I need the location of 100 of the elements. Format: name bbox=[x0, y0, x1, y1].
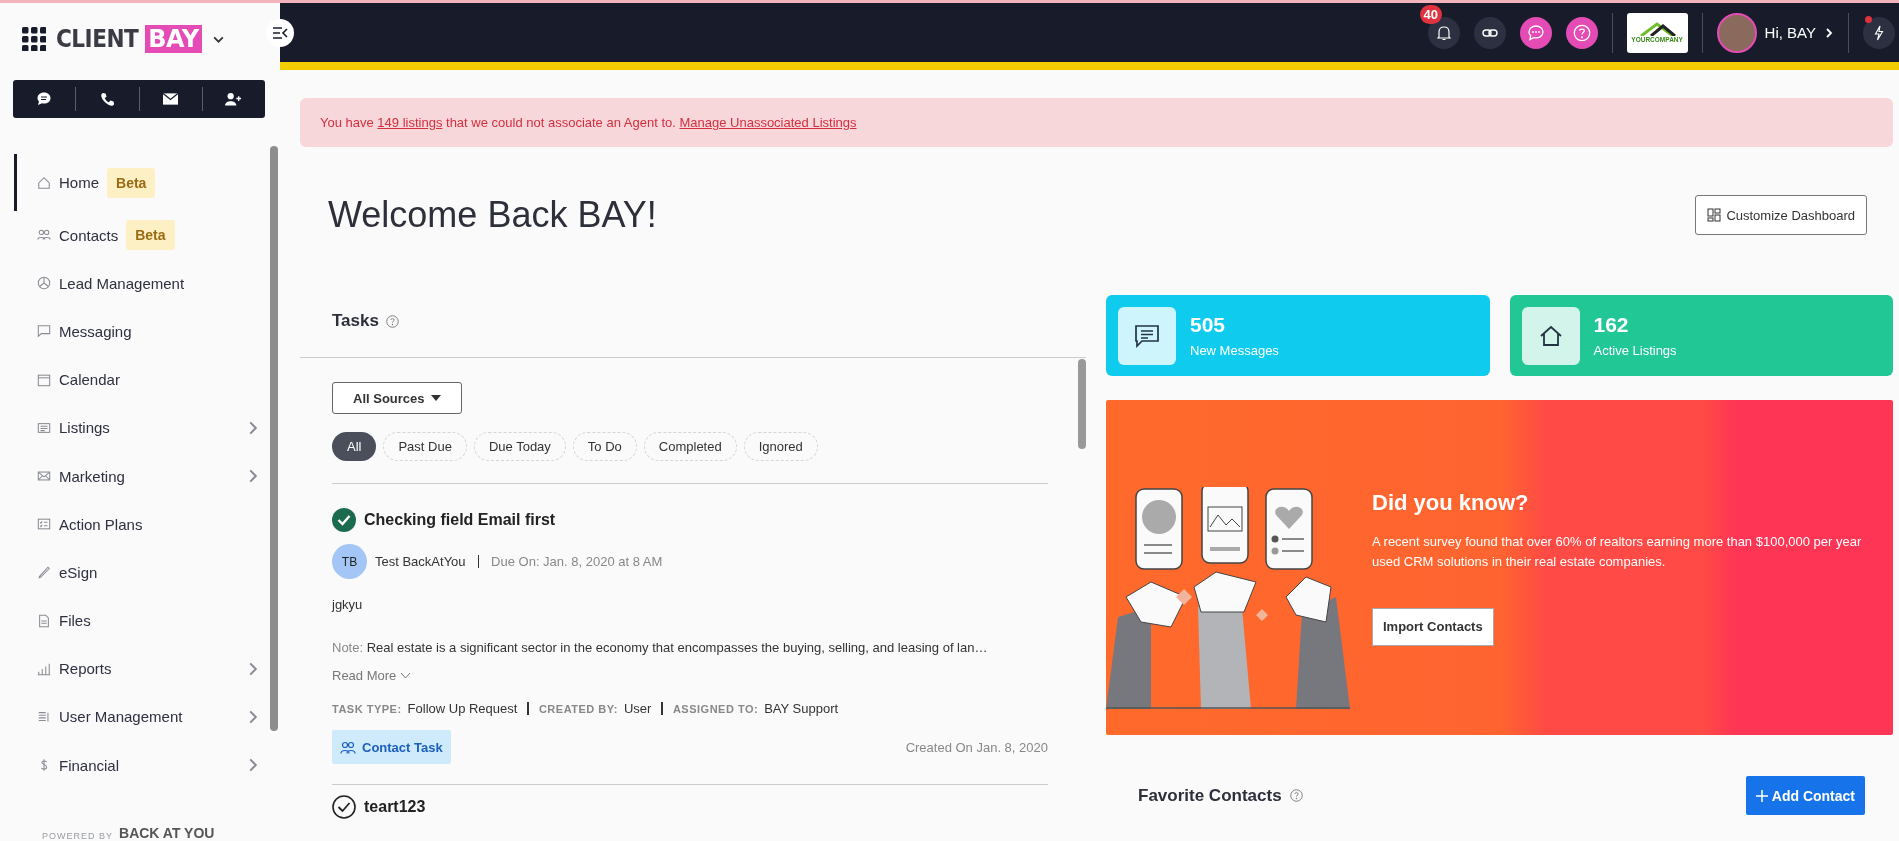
sidebar-item[interactable]: User Management bbox=[14, 692, 260, 742]
sidebar-item-label: Calendar bbox=[59, 371, 120, 389]
filter-chip[interactable]: Past Due bbox=[383, 432, 467, 461]
house-roof-icon bbox=[1637, 22, 1678, 36]
initials-avatar: TB bbox=[332, 544, 367, 579]
home-icon bbox=[37, 175, 51, 190]
sidebar-item[interactable]: Files bbox=[14, 596, 260, 645]
link-button[interactable] bbox=[1473, 16, 1506, 49]
due-date: Due On: Jan. 8, 2020 at 8 AM bbox=[491, 554, 663, 569]
sidebar-item[interactable]: Listings bbox=[14, 403, 260, 452]
lightning-icon bbox=[1874, 24, 1884, 41]
sidebar-item[interactable]: Lead Management bbox=[14, 259, 260, 308]
sidebar-item-label: Lead Management bbox=[59, 274, 185, 292]
powered-by-text: POWERED BY bbox=[42, 831, 113, 841]
layout-grid-icon bbox=[1707, 208, 1722, 222]
quick-action-button[interactable] bbox=[1863, 16, 1895, 49]
import-contacts-button[interactable]: Import Contacts bbox=[1372, 607, 1494, 646]
user-menu-button[interactable]: Hi, BAY bbox=[1716, 12, 1834, 53]
promo-title: Did you know? bbox=[1372, 489, 1530, 516]
filter-chip[interactable]: To Do bbox=[572, 432, 637, 461]
chat-bubble-icon bbox=[37, 324, 51, 339]
add-contact-button[interactable]: Add Contact bbox=[1745, 776, 1865, 815]
envelope-icon bbox=[163, 93, 179, 105]
document-icon bbox=[37, 613, 51, 628]
meta-label: TASK TYPE: bbox=[332, 702, 402, 715]
check-circle-icon[interactable] bbox=[332, 508, 356, 532]
filter-chip[interactable]: Ignored bbox=[743, 432, 818, 461]
checklist-icon bbox=[37, 517, 51, 532]
page-title: Welcome Back BAY! bbox=[328, 194, 657, 236]
envelope-icon bbox=[37, 469, 51, 484]
sidebar-item-label: Files bbox=[59, 612, 91, 630]
sidebar-item-label: Financial bbox=[59, 756, 120, 774]
scrollbar-thumb[interactable] bbox=[1078, 359, 1086, 449]
task-description: jgkyu bbox=[332, 597, 364, 612]
sidebar-item[interactable]: Contacts Beta bbox=[14, 211, 260, 260]
sources-dropdown[interactable]: All Sources bbox=[332, 382, 462, 414]
notification-count: 40 bbox=[1419, 4, 1443, 24]
meta-value: BAY Support bbox=[764, 701, 839, 716]
sidebar-item-label: Messaging bbox=[59, 322, 132, 340]
help-button[interactable] bbox=[1565, 16, 1598, 49]
scrollbar-thumb[interactable] bbox=[270, 146, 278, 731]
caret-icon bbox=[430, 395, 441, 401]
help-icon[interactable] bbox=[385, 314, 399, 328]
task-note: Note: Real estate is a significant sector in the economy that encompasses the buying, selling, and leasing of lan… bbox=[332, 640, 989, 655]
collapse-menu-icon bbox=[272, 26, 288, 39]
phone-icon bbox=[99, 91, 115, 107]
messages-button[interactable] bbox=[1519, 16, 1552, 49]
sidebar-item-label: Home bbox=[59, 174, 99, 191]
bar-chart-icon bbox=[37, 661, 51, 676]
pencil-icon bbox=[37, 565, 51, 580]
brand-logo: CLIENT BAY bbox=[56, 25, 202, 53]
help-icon bbox=[1572, 23, 1591, 42]
listings-link[interactable]: 149 listings bbox=[377, 115, 443, 130]
calendar-icon bbox=[37, 372, 51, 387]
sidebar-item[interactable]: eSign bbox=[14, 548, 260, 597]
filter-chip[interactable]: Due Today bbox=[473, 432, 566, 461]
sidebar-item[interactable]: Action Plans bbox=[14, 500, 260, 549]
stat-label: Active Listings bbox=[1593, 343, 1677, 358]
contact-name[interactable]: Test BackAtYou bbox=[375, 554, 466, 569]
vendor-logo-text: BACK AT YOU bbox=[119, 825, 215, 841]
filter-chip[interactable]: All bbox=[332, 432, 377, 461]
meta-label: ASSIGNED TO: bbox=[672, 702, 759, 715]
promo-text: A recent survey found that over 60% of realtors earning more than $100,000 per year used CRM solutions in their real estate companies. bbox=[1372, 532, 1863, 571]
section-title: Favorite Contacts bbox=[1138, 785, 1282, 806]
sidebar-item[interactable]: Reports bbox=[14, 644, 260, 693]
stat-value: 505 bbox=[1190, 313, 1227, 337]
pie-chart-icon bbox=[37, 276, 51, 291]
alert-message: You have 149 listings that we could not associate an Agent to. Manage Unassociated Listings bbox=[300, 98, 1893, 147]
customize-dashboard-button[interactable]: Customize Dashboard bbox=[1695, 195, 1867, 235]
collapse-sidebar-button[interactable] bbox=[266, 18, 294, 47]
sidebar-item-label: User Management bbox=[59, 708, 183, 726]
stat-label: New Messages bbox=[1190, 343, 1279, 358]
task-title[interactable]: Checking field Email first bbox=[364, 511, 556, 529]
created-date: Created On Jan. 8, 2020 bbox=[905, 739, 1048, 755]
read-more-link[interactable]: Read More bbox=[332, 668, 412, 683]
sidebar-item[interactable]: Financial bbox=[14, 741, 260, 790]
message-icon bbox=[1134, 323, 1160, 348]
add-person-icon bbox=[225, 92, 243, 106]
filter-chip[interactable]: Completed bbox=[643, 432, 737, 461]
list-icon bbox=[37, 420, 51, 435]
beta-tag: Beta bbox=[107, 167, 156, 198]
sidebar-item[interactable]: Home Beta bbox=[14, 154, 260, 211]
grid-menu-icon[interactable] bbox=[22, 27, 46, 51]
people-icon bbox=[340, 740, 356, 754]
chat-bubble-icon bbox=[36, 91, 53, 107]
sidebar-item-label: Reports bbox=[59, 660, 112, 678]
sidebar-item-label: eSign bbox=[59, 563, 98, 581]
home-icon bbox=[1538, 323, 1563, 348]
check-circle-icon[interactable] bbox=[332, 795, 356, 819]
meta-value: Follow Up Request bbox=[407, 701, 518, 716]
sidebar-item[interactable]: Marketing bbox=[14, 451, 260, 501]
manage-listings-link[interactable]: Manage Unassociated Listings bbox=[679, 115, 857, 130]
chevron-down-icon bbox=[400, 672, 412, 679]
task-title[interactable]: teart123 bbox=[364, 798, 426, 816]
beta-tag: Beta bbox=[126, 220, 175, 251]
sidebar-item[interactable]: Calendar bbox=[14, 355, 260, 404]
chat-bubble-icon bbox=[1526, 23, 1545, 42]
sidebar-item-label: Listings bbox=[59, 419, 110, 437]
sidebar-item[interactable]: Messaging bbox=[14, 307, 260, 356]
help-icon[interactable] bbox=[1289, 789, 1303, 802]
